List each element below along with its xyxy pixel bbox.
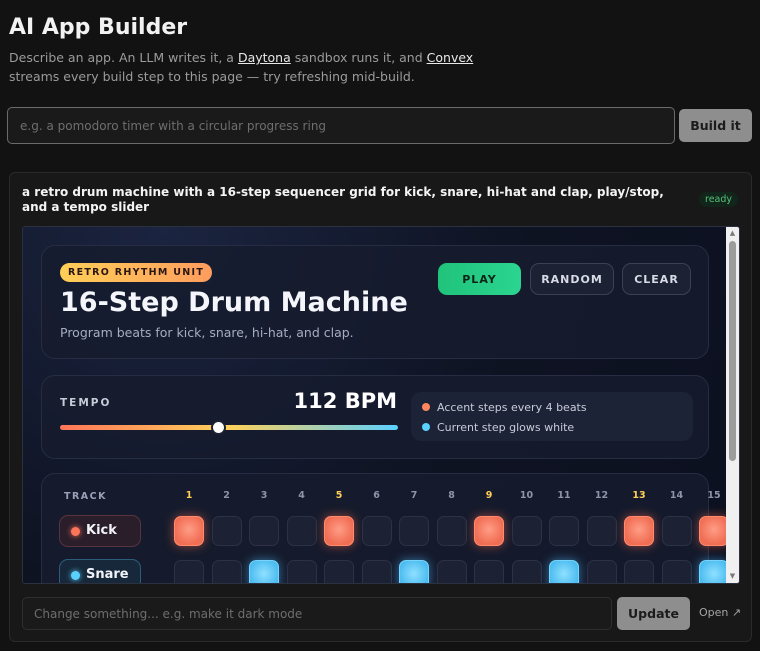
step-number-2: 2 — [223, 490, 230, 501]
tempo-slider-track[interactable] — [60, 425, 398, 430]
scroll-up-icon[interactable]: ▲ — [726, 227, 739, 240]
legend-text: Current step glows white — [437, 421, 575, 434]
track-header: TRACK — [64, 491, 107, 502]
step-cell-snare-8[interactable] — [436, 560, 467, 583]
legend-item: Accent steps every 4 beats — [422, 401, 587, 414]
scroll-down-icon[interactable]: ▼ — [726, 570, 739, 583]
step-cell-kick-1[interactable] — [174, 516, 204, 546]
hero-panel: RETRO RHYTHM UNIT 16-Step Drum Machine P… — [41, 245, 709, 359]
step-cell-kick-14[interactable] — [661, 516, 692, 546]
prompt-input[interactable] — [7, 107, 675, 144]
step-cell-snare-5[interactable] — [324, 560, 354, 583]
legend-item: Current step glows white — [422, 421, 574, 434]
track-dot-icon — [71, 527, 80, 536]
step-number-13: 13 — [632, 490, 646, 501]
step-number-14: 14 — [669, 490, 684, 501]
update-input[interactable] — [22, 597, 612, 630]
step-cell-kick-4[interactable] — [286, 516, 317, 546]
build-card: a retro drum machine with a 16-step sequ… — [9, 172, 752, 642]
legend-box: Accent steps every 4 beats Current step … — [411, 392, 693, 441]
build-button[interactable]: Build it — [679, 109, 752, 142]
legend-dot-icon — [422, 403, 430, 411]
step-cell-snare-1[interactable] — [174, 560, 204, 583]
step-cell-snare-3[interactable] — [249, 560, 279, 583]
tempo-value: 112 BPM — [293, 389, 397, 413]
desc-text: streams every build step to this page — … — [9, 69, 415, 84]
tempo-label: TEMPO — [60, 397, 112, 409]
step-cell-snare-9[interactable] — [474, 560, 504, 583]
step-number-3: 3 — [260, 490, 268, 501]
update-button[interactable]: Update — [617, 597, 690, 630]
track-label: Snare — [86, 567, 129, 582]
step-cell-snare-2[interactable] — [211, 560, 242, 583]
step-cell-kick-13[interactable] — [624, 516, 654, 546]
tempo-slider-handle[interactable] — [211, 420, 227, 435]
step-cell-kick-6[interactable] — [361, 516, 392, 546]
app-preview-frame[interactable]: RETRO RHYTHM UNIT 16-Step Drum Machine P… — [22, 226, 740, 584]
legend-dot-icon — [422, 423, 430, 431]
desc-text: sandbox runs it, and — [290, 50, 427, 65]
open-link[interactable]: Open ↗ — [699, 606, 741, 619]
step-cell-kick-2[interactable] — [211, 516, 242, 546]
clear-button[interactable]: CLEAR — [622, 263, 691, 295]
step-number-10: 10 — [519, 490, 534, 501]
step-cell-kick-15[interactable] — [699, 516, 727, 546]
step-cell-snare-14[interactable] — [661, 560, 692, 583]
drum-machine-app: RETRO RHYTHM UNIT 16-Step Drum Machine P… — [23, 227, 727, 583]
tempo-panel: TEMPO 112 BPM Accent steps every 4 beats… — [41, 375, 709, 459]
step-number-15: 15 — [707, 490, 721, 501]
convex-link[interactable]: Convex — [427, 50, 474, 65]
step-number-12: 12 — [594, 490, 609, 501]
step-cell-snare-11[interactable] — [549, 560, 579, 583]
desc-text: Describe an app. An LLM writes it, a — [9, 50, 238, 65]
step-cell-snare-12[interactable] — [586, 560, 617, 583]
step-cell-snare-13[interactable] — [624, 560, 654, 583]
scrollbar-thumb[interactable] — [729, 241, 736, 461]
step-cell-kick-10[interactable] — [511, 516, 542, 546]
step-cell-kick-11[interactable] — [549, 516, 579, 546]
step-number-7: 7 — [410, 490, 418, 501]
preview-scrollbar[interactable]: ▲ ▼ — [726, 227, 739, 583]
daytona-link[interactable]: Daytona — [238, 50, 291, 65]
step-cell-snare-10[interactable] — [511, 560, 542, 583]
step-cell-kick-3[interactable] — [249, 516, 279, 546]
step-cell-kick-8[interactable] — [436, 516, 467, 546]
step-cell-kick-12[interactable] — [586, 516, 617, 546]
step-cell-kick-5[interactable] — [324, 516, 354, 546]
app-title: 16-Step Drum Machine — [60, 287, 408, 318]
step-cell-snare-7[interactable] — [399, 560, 429, 583]
step-number-6: 6 — [373, 490, 380, 501]
page-description: Describe an app. An LLM writes it, a Day… — [9, 48, 479, 86]
track-kick[interactable]: Kick — [59, 515, 141, 547]
legend-text: Accent steps every 4 beats — [437, 401, 587, 414]
random-button[interactable]: RANDOM — [530, 263, 614, 295]
card-prompt-text: a retro drum machine with a 16-step sequ… — [22, 185, 664, 214]
track-snare[interactable]: Snare — [59, 559, 141, 583]
hero-badge: RETRO RHYTHM UNIT — [60, 263, 213, 282]
track-label: Kick — [86, 523, 117, 538]
step-number-4: 4 — [298, 490, 305, 501]
step-cell-snare-15[interactable] — [699, 560, 727, 583]
play-button[interactable]: PLAY — [438, 263, 521, 295]
app-subtitle: Program beats for kick, snare, hi-hat, a… — [60, 325, 354, 340]
track-dot-icon — [71, 571, 80, 580]
step-number-9: 9 — [485, 490, 493, 501]
page-title: AI App Builder — [9, 15, 188, 40]
status-badge: ready — [699, 192, 739, 207]
step-cell-kick-9[interactable] — [474, 516, 504, 546]
step-number-5: 5 — [335, 490, 343, 501]
step-cell-snare-6[interactable] — [361, 560, 392, 583]
sequencer-panel: TRACK 1 2 3 4 5 6 7 8 9 10 11 12 13 14 15 Kick Snare — [41, 473, 727, 583]
step-number-1: 1 — [185, 490, 193, 501]
step-cell-snare-4[interactable] — [286, 560, 317, 583]
step-number-11: 11 — [557, 490, 571, 501]
step-number-8: 8 — [448, 490, 455, 501]
step-cell-kick-7[interactable] — [399, 516, 429, 546]
